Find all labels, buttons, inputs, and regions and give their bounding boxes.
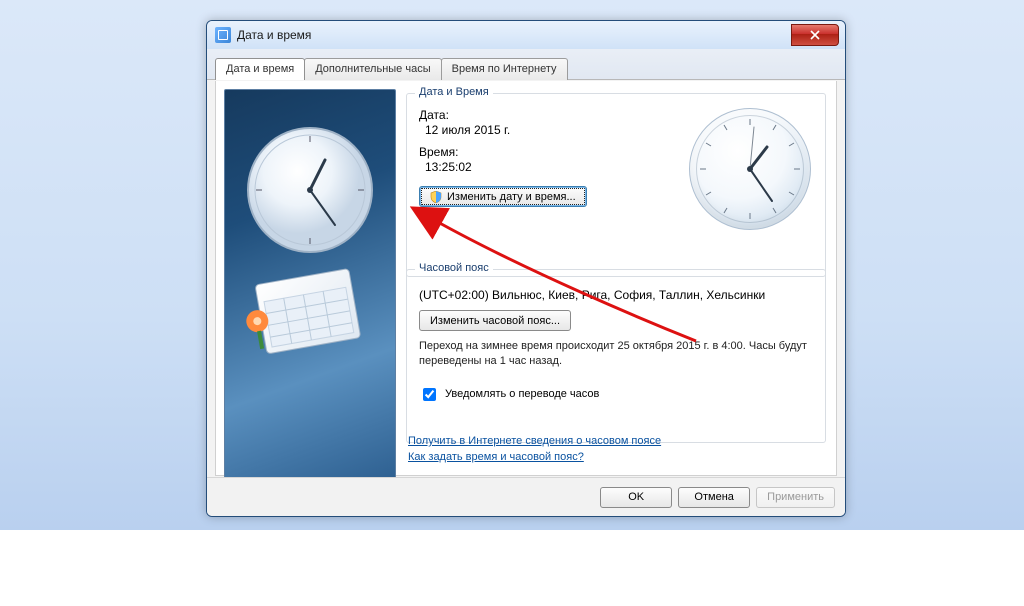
analog-clock	[689, 108, 811, 230]
link-learn-timezone[interactable]: Получить в Интернете сведения о часовом …	[408, 435, 824, 447]
window-title: Дата и время	[237, 28, 791, 42]
change-datetime-button[interactable]: Изменить дату и время...	[419, 186, 587, 207]
dst-note: Переход на зимнее время происходит 25 ок…	[419, 339, 813, 369]
group-datetime: Дата и Время Дата: 12 июля 2015 г. Время…	[406, 93, 826, 277]
app-icon	[215, 27, 231, 43]
decorative-pane	[224, 89, 396, 486]
apply-button[interactable]: Применить	[756, 487, 835, 508]
dialog-body: Дата и Время Дата: 12 июля 2015 г. Время…	[215, 81, 837, 476]
help-links: Получить в Интернете сведения о часовом …	[408, 431, 824, 463]
group-timezone-title: Часовой пояс	[415, 262, 493, 274]
tab-datetime[interactable]: Дата и время	[215, 58, 305, 80]
link-howto-set-time[interactable]: Как задать время и часовой пояс?	[408, 451, 824, 463]
tab-strip: Дата и время Дополнительные часы Время п…	[207, 49, 845, 80]
notify-dst-label: Уведомлять о переводе часов	[445, 388, 599, 400]
notify-dst-checkbox[interactable]: Уведомлять о переводе часов	[419, 385, 813, 404]
change-datetime-label: Изменить дату и время...	[447, 191, 576, 203]
close-button[interactable]	[791, 24, 839, 46]
group-timezone: Часовой пояс (UTC+02:00) Вильнюс, Киев, …	[406, 269, 826, 443]
timezone-value: (UTC+02:00) Вильнюс, Киев, Рига, София, …	[419, 288, 813, 302]
cancel-button[interactable]: Отмена	[678, 487, 750, 508]
close-icon	[810, 30, 820, 40]
change-timezone-label: Изменить часовой пояс...	[430, 315, 560, 327]
tab-additional-clocks[interactable]: Дополнительные часы	[304, 58, 441, 80]
tab-internet-time[interactable]: Время по Интернету	[441, 58, 568, 80]
datetime-dialog: Дата и время Дата и время Дополнительные…	[206, 20, 846, 517]
change-timezone-button[interactable]: Изменить часовой пояс...	[419, 310, 571, 331]
notify-dst-input[interactable]	[423, 388, 436, 401]
group-datetime-title: Дата и Время	[415, 86, 493, 98]
dialog-footer: OK Отмена Применить	[207, 477, 845, 516]
ok-button[interactable]: OK	[600, 487, 672, 508]
shield-icon	[430, 191, 442, 203]
title-bar[interactable]: Дата и время	[207, 21, 845, 49]
